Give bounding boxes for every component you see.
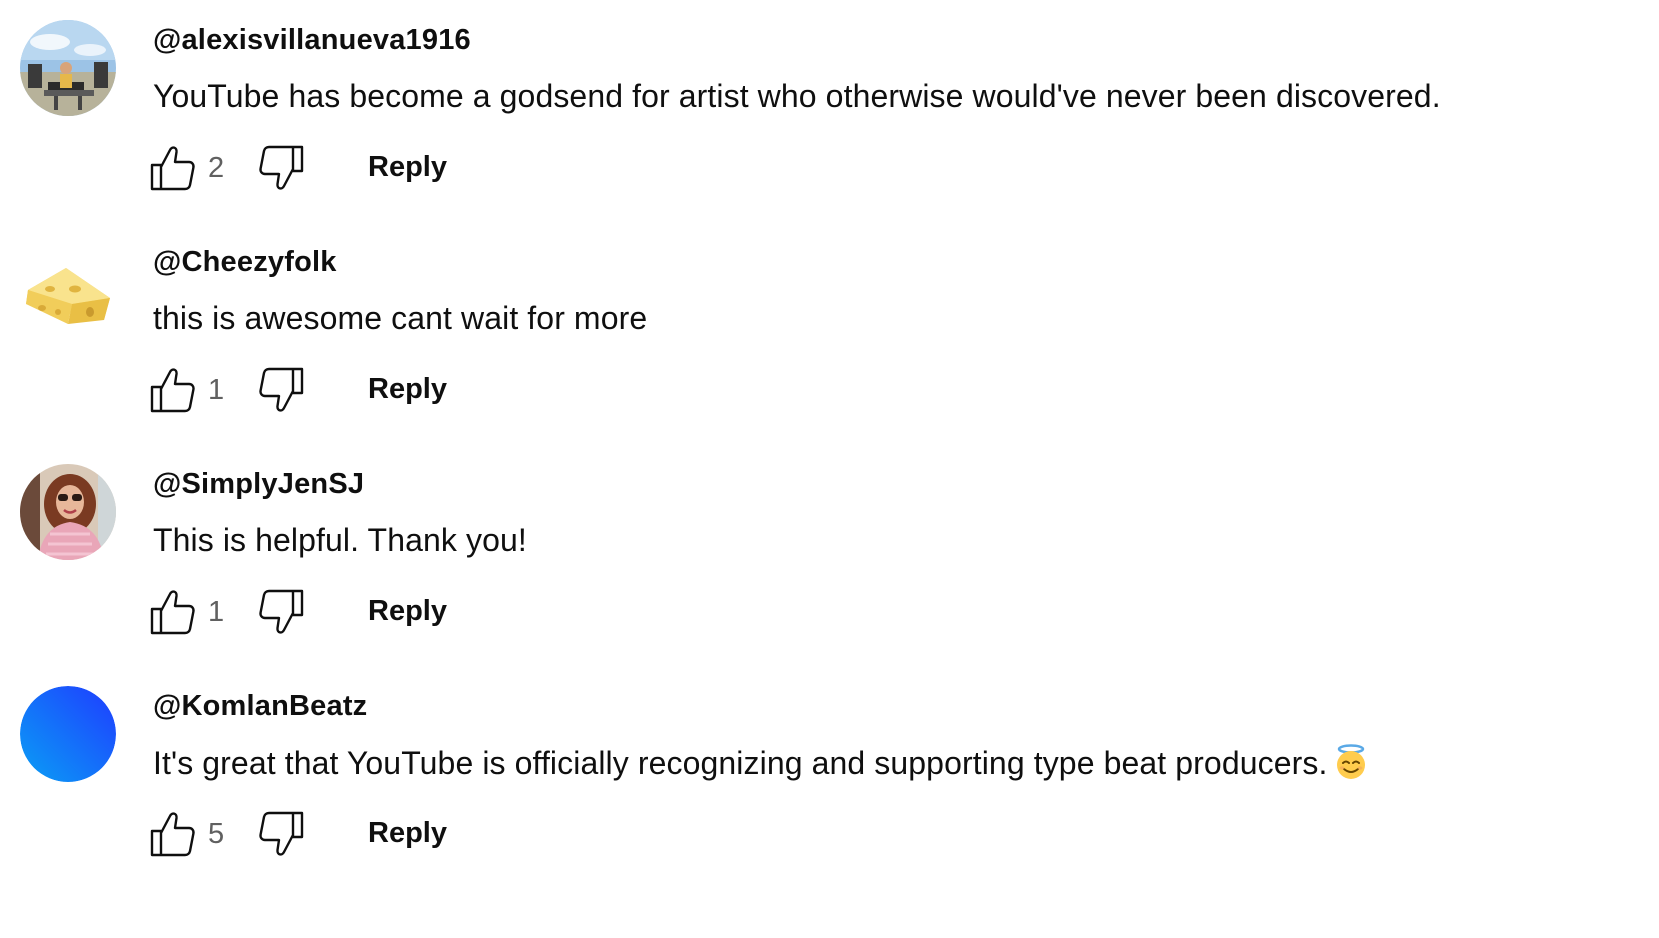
thumbs-down-icon [259, 367, 304, 412]
like-button[interactable] [148, 144, 196, 192]
comment-actions: 1 Reply [148, 366, 468, 416]
avatar[interactable] [20, 242, 116, 338]
like-count: 1 [208, 596, 225, 628]
thumbs-up-icon [150, 146, 195, 191]
like-count: 5 [208, 818, 225, 850]
comment-text-content: It's great that YouTube is officially re… [153, 745, 1328, 781]
thumbs-up-icon [150, 590, 195, 635]
comment-actions: 5 Reply [148, 810, 468, 860]
smiling-face-with-halo-icon [1333, 744, 1369, 780]
comment-text: YouTube has become a godsend for artist … [153, 78, 1441, 114]
avatar[interactable] [20, 20, 116, 116]
reply-button[interactable]: Reply [368, 595, 447, 628]
comment-thread: @alexisvillanueva1916 YouTube has become… [0, 0, 1659, 222]
comment-text: It's great that YouTube is officially re… [153, 744, 1369, 782]
comment-author[interactable]: @KomlanBeatz [153, 690, 367, 723]
thumbs-down-icon [259, 589, 304, 634]
comment-thread: @KomlanBeatz It's great that YouTube is … [0, 666, 1659, 888]
thumbs-up-icon [150, 812, 195, 857]
comment-author[interactable]: @Cheezyfolk [153, 246, 337, 279]
avatar[interactable] [20, 686, 116, 782]
comment-text: This is helpful. Thank you! [153, 522, 527, 558]
comment-author[interactable]: @SimplyJenSJ [153, 468, 364, 501]
like-count: 2 [208, 152, 225, 184]
comment-author[interactable]: @alexisvillanueva1916 [153, 24, 471, 57]
comment-actions: 2 Reply [148, 144, 468, 194]
reply-button[interactable]: Reply [368, 373, 447, 406]
thumbs-up-icon [150, 368, 195, 413]
comment-thread: @Cheezyfolk this is awesome cant wait fo… [0, 222, 1659, 444]
avatar[interactable] [20, 464, 116, 560]
thumbs-down-icon [259, 811, 304, 856]
like-button[interactable] [148, 810, 196, 858]
comment-thread: @SimplyJenSJ This is helpful. Thank you!… [0, 444, 1659, 666]
dislike-button[interactable] [258, 366, 306, 414]
like-button[interactable] [148, 366, 196, 414]
thumbs-down-icon [259, 145, 304, 190]
dislike-button[interactable] [258, 144, 306, 192]
reply-button[interactable]: Reply [368, 151, 447, 184]
comment-actions: 1 Reply [148, 588, 468, 638]
dislike-button[interactable] [258, 588, 306, 636]
reply-button[interactable]: Reply [368, 817, 447, 850]
comment-text: this is awesome cant wait for more [153, 300, 648, 336]
like-count: 1 [208, 374, 225, 406]
dislike-button[interactable] [258, 810, 306, 858]
like-button[interactable] [148, 588, 196, 636]
